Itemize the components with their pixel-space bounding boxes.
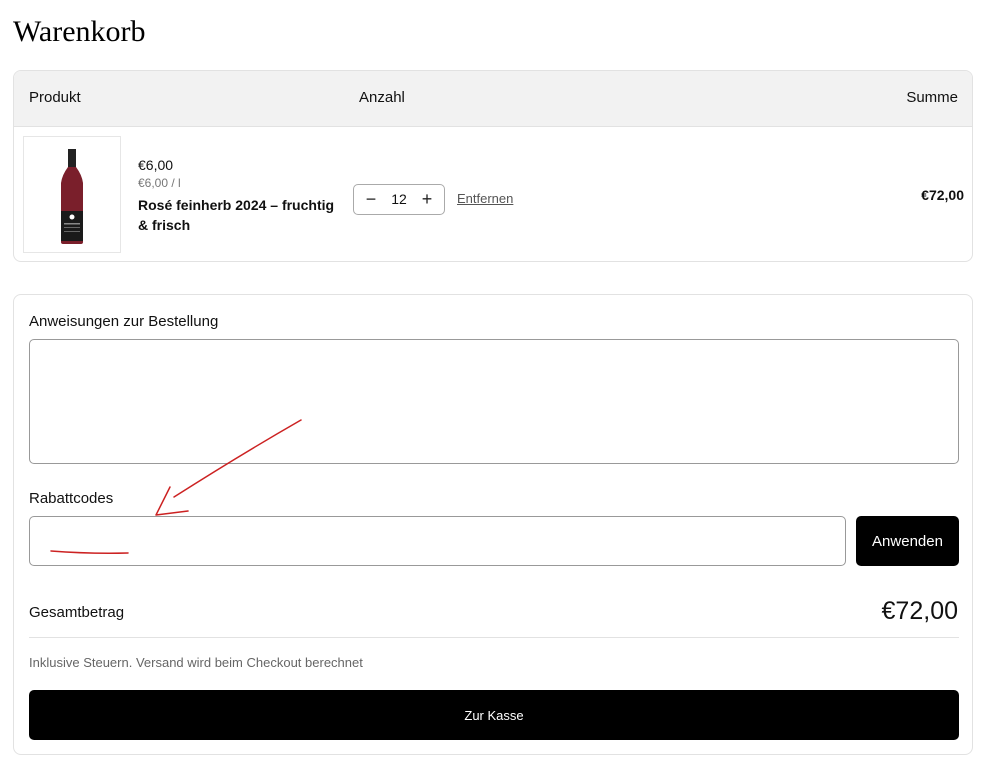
column-header-total: Summe [906, 89, 958, 106]
product-image[interactable] [23, 136, 121, 253]
checkout-button[interactable]: Zur Kasse [29, 690, 959, 740]
order-notes-textarea[interactable] [29, 339, 959, 464]
increase-quantity-button[interactable]: + [412, 185, 442, 214]
cart-item-row: €6,00 €6,00 / l Rosé feinherb 2024 – fru… [14, 127, 972, 261]
product-price: €6,00 [138, 157, 174, 173]
remove-item-link[interactable]: Entfernen [457, 191, 513, 206]
tax-shipping-note: Inklusive Steuern. Versand wird beim Che… [29, 655, 363, 670]
order-summary-panel: Anweisungen zur Bestellung Rabattcodes A… [13, 294, 973, 755]
line-total: €72,00 [921, 187, 964, 203]
product-unit-price: €6,00 / l [138, 176, 181, 190]
order-notes-label: Anweisungen zur Bestellung [29, 313, 219, 330]
total-value: €72,00 [881, 597, 958, 625]
quantity-stepper: − 12 + [353, 184, 445, 215]
page-title: Warenkorb [13, 15, 146, 48]
cart-table-header: Produkt Anzahl Summe [14, 71, 972, 127]
cart-table: Produkt Anzahl Summe €6,00 €6,00 / l Ros… [13, 70, 973, 262]
decrease-quantity-button[interactable]: − [356, 185, 386, 214]
column-header-quantity: Anzahl [359, 89, 405, 106]
column-header-product: Produkt [29, 89, 81, 106]
product-name[interactable]: Rosé feinherb 2024 – fruchtig & frisch [138, 195, 343, 235]
apply-discount-button[interactable]: Anwenden [856, 516, 959, 566]
divider [29, 637, 959, 638]
discount-code-label: Rabattcodes [29, 490, 114, 507]
quantity-input[interactable]: 12 [384, 185, 414, 214]
wine-bottle-icon [61, 149, 83, 244]
discount-code-input[interactable] [29, 516, 846, 566]
total-label: Gesamtbetrag [29, 604, 125, 621]
